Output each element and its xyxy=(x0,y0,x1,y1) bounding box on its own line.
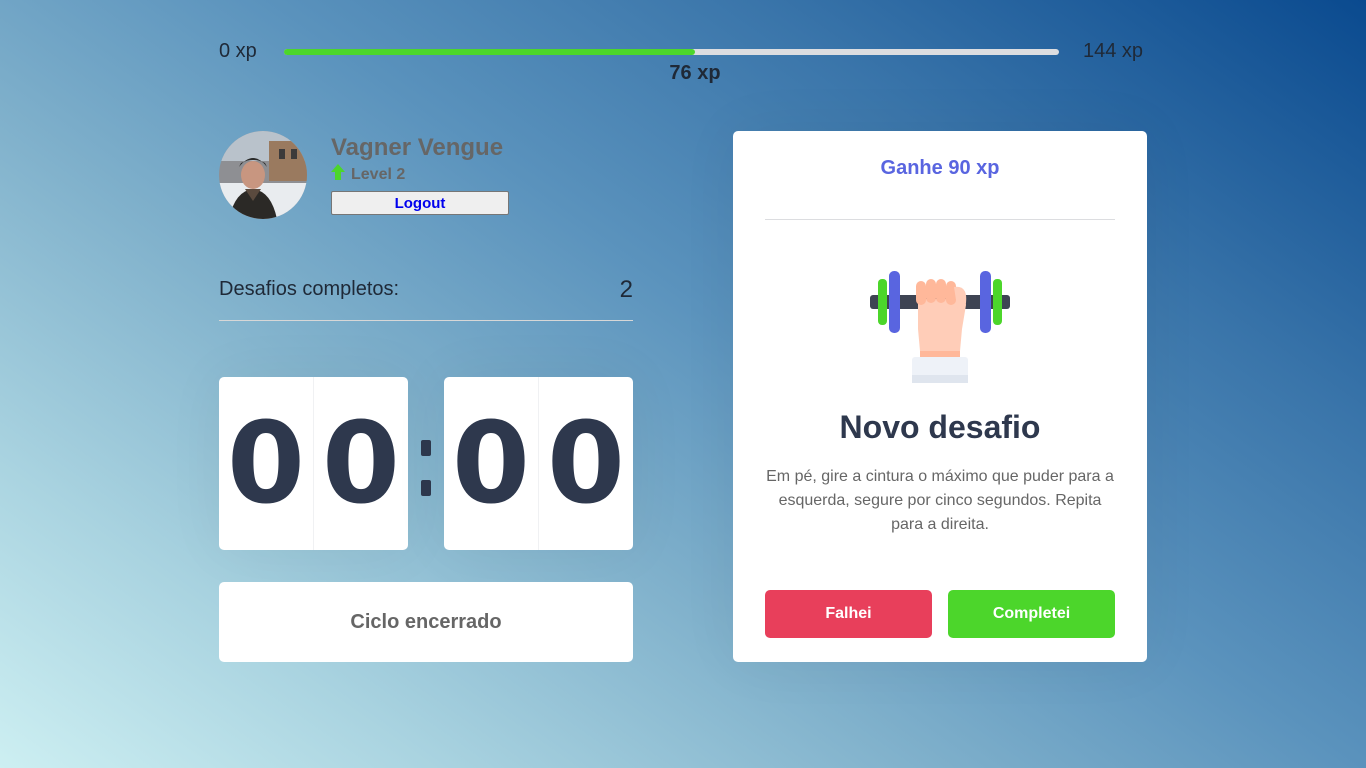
xp-max-label: 144 xp xyxy=(1083,40,1144,62)
challenge-reward: Ganhe 90 xp xyxy=(765,155,1115,220)
dumbbell-icon xyxy=(868,271,1013,387)
xp-min-label: 0 xp xyxy=(219,40,257,62)
user-name: Vagner Vengue xyxy=(331,134,504,161)
minute-digit-left: 0 xyxy=(227,398,305,529)
minute-digit-right: 0 xyxy=(313,377,408,550)
countdown-seconds: 0 0 xyxy=(444,377,633,550)
second-digit-left: 0 xyxy=(452,398,530,529)
completed-challenges-count: 2 xyxy=(619,276,633,303)
challenge-failed-button[interactable]: Falhei xyxy=(765,590,932,638)
second-digit-right: 0 xyxy=(538,377,633,550)
completed-challenges-label: Desafios completos: xyxy=(219,278,400,300)
completed-challenges: Desafios completos: 2 xyxy=(219,274,633,321)
cycle-button[interactable]: Ciclo encerrado xyxy=(219,582,633,662)
user-level-label: Level 2 xyxy=(351,165,406,183)
challenge-succeeded-button[interactable]: Completei xyxy=(948,590,1115,638)
user-level: Level 2 xyxy=(331,164,405,185)
challenge-title: Novo desafio xyxy=(839,409,1041,445)
logout-button[interactable]: Logout xyxy=(331,191,509,215)
countdown-minutes: 0 0 xyxy=(219,377,408,550)
challenge-description: Em pé, gire a cintura o máximo que puder… xyxy=(766,468,1114,533)
challenge-card: Ganhe 90 xp Novo desafio Em pé, gire a c… xyxy=(733,131,1147,662)
arrow-up-icon xyxy=(331,164,345,185)
experience-bar xyxy=(284,49,1059,55)
experience-bar-fill xyxy=(284,49,695,55)
xp-current-label: 76 xp xyxy=(669,62,721,84)
avatar xyxy=(219,131,307,219)
countdown-separator xyxy=(420,440,432,520)
